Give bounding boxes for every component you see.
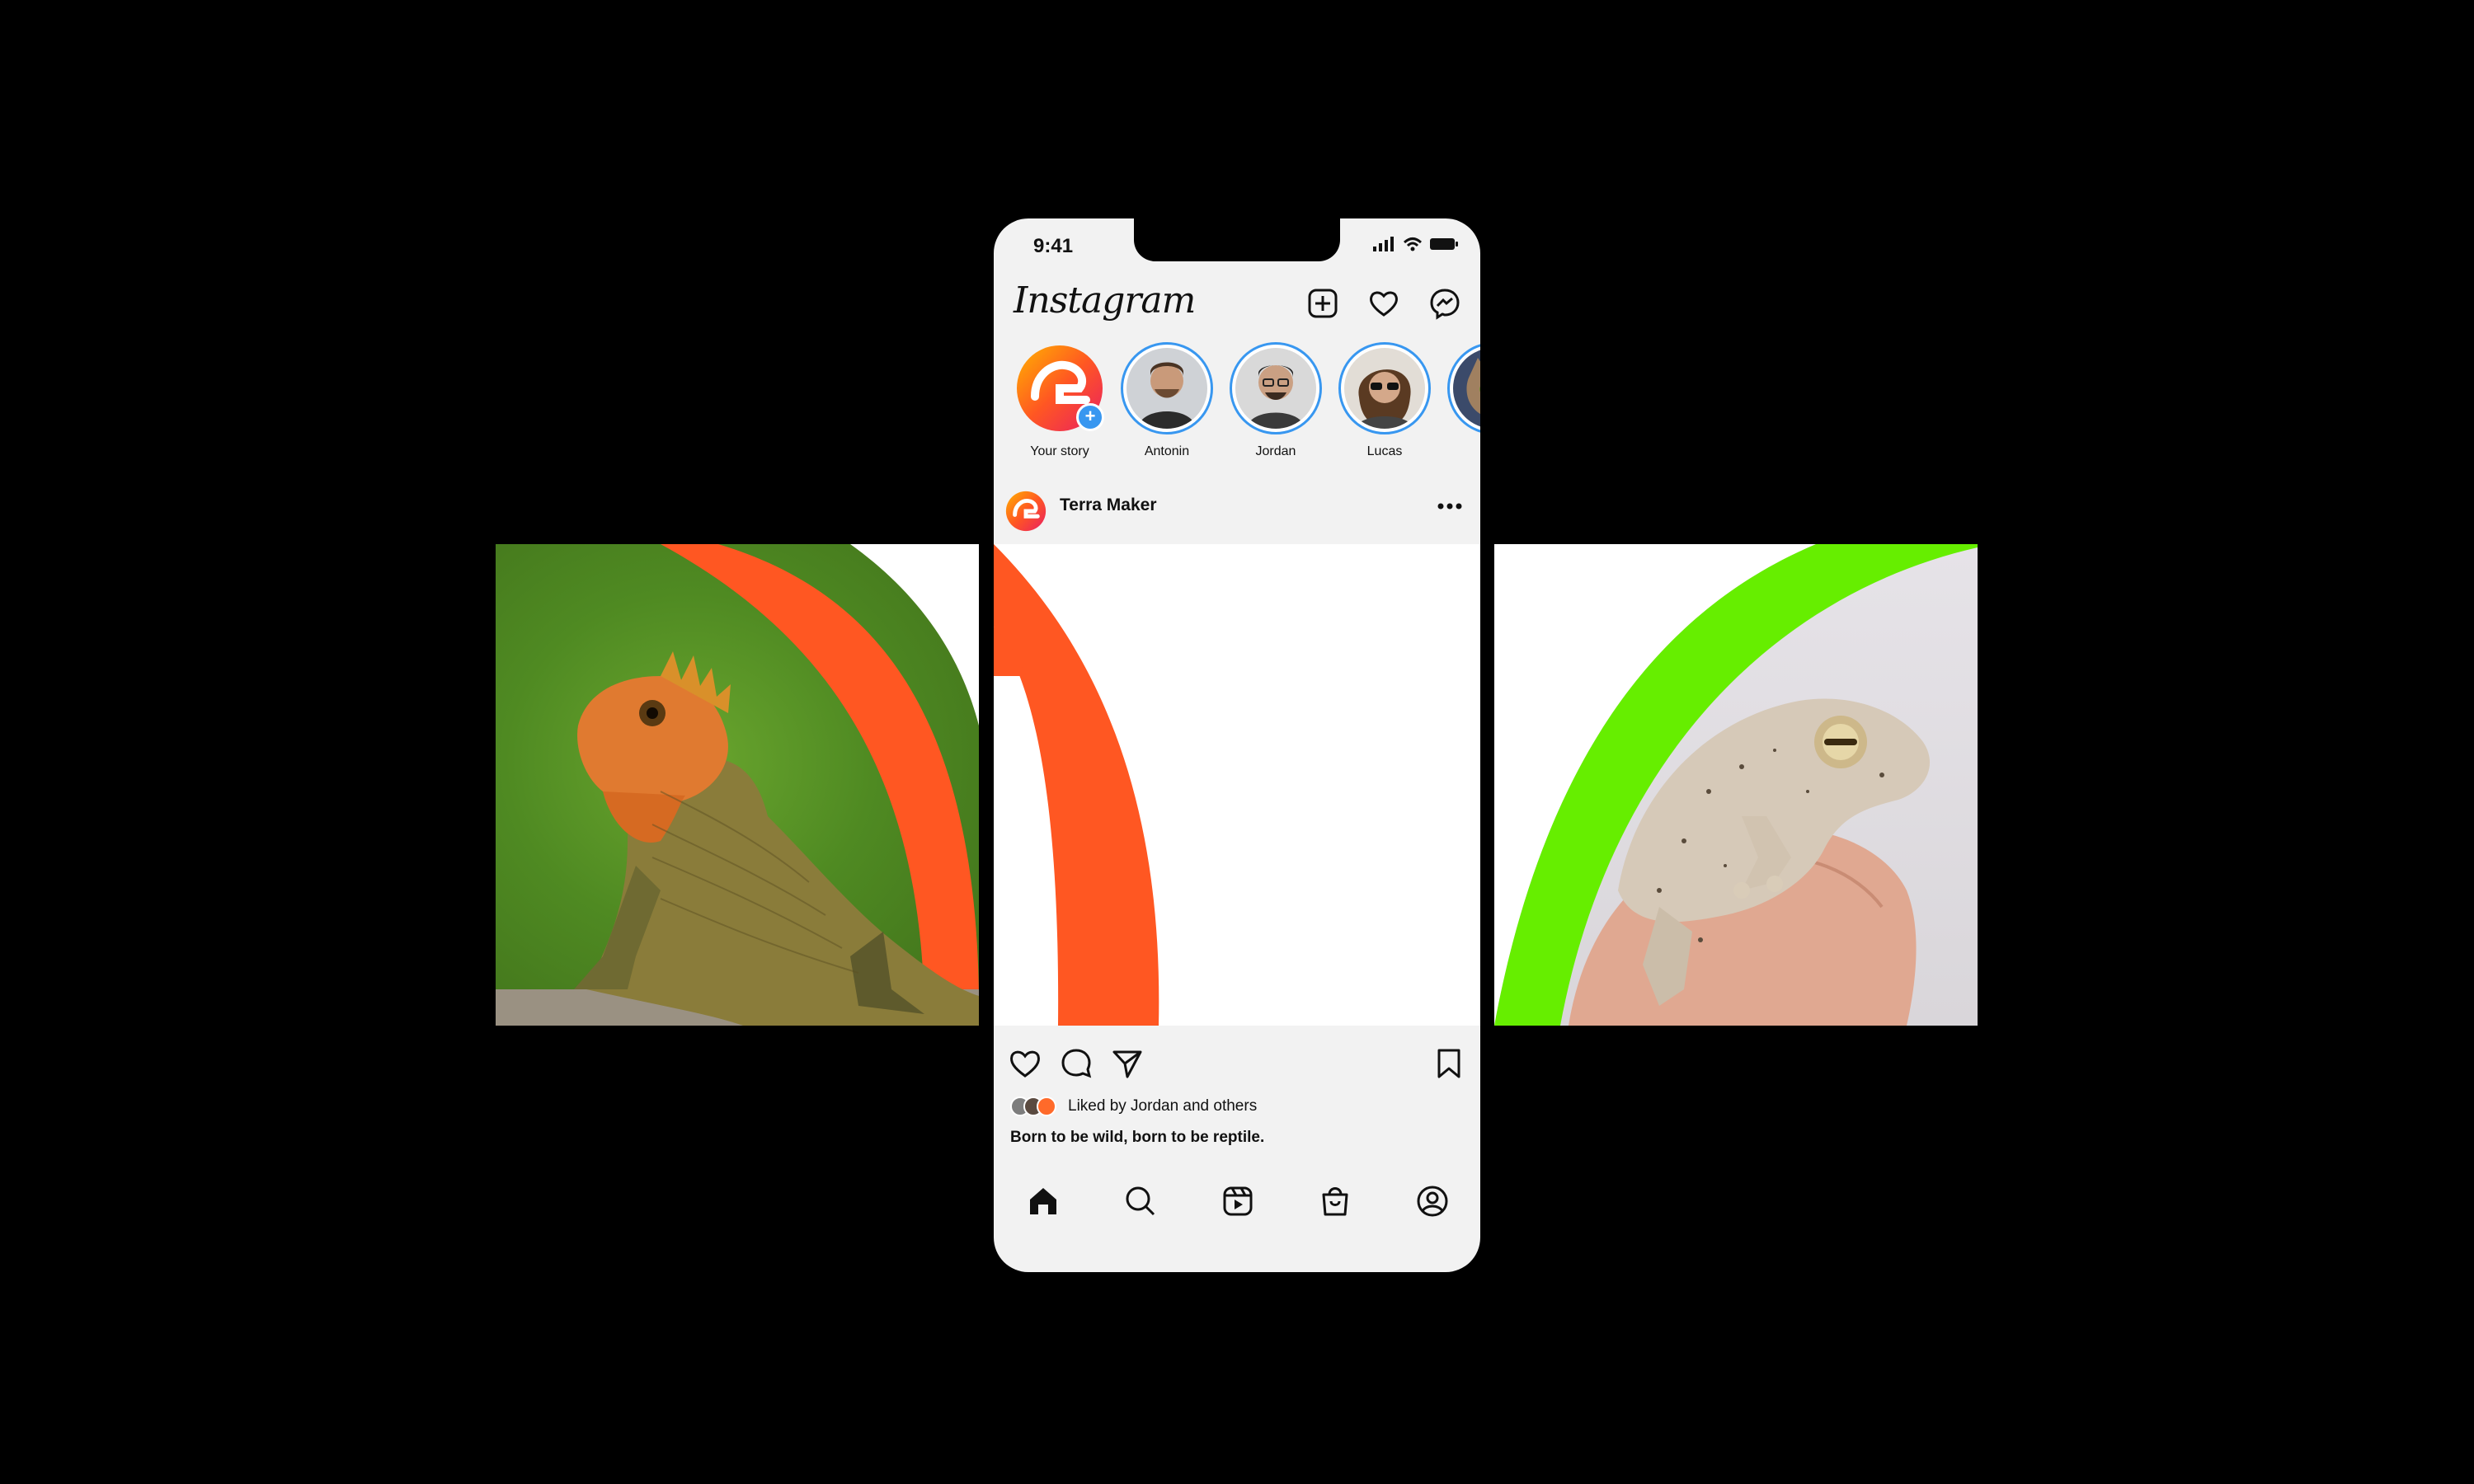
carousel-panel-left[interactable] xyxy=(496,544,979,1026)
post-action-bar xyxy=(994,1039,1480,1088)
add-story-plus-icon[interactable]: + xyxy=(1076,403,1104,431)
story-your-story[interactable]: + Your story xyxy=(1010,342,1109,459)
comment-icon[interactable] xyxy=(1058,1045,1094,1082)
more-options-icon[interactable] xyxy=(1437,502,1462,510)
stories-row: + Your story Antonin Jordan Lucas xyxy=(994,342,1480,466)
story-label: Your story xyxy=(1030,444,1089,458)
post-caption: Born to be wild, born to be reptile. xyxy=(1010,1129,1265,1146)
like-icon[interactable] xyxy=(1007,1045,1043,1082)
bottom-tab-bar xyxy=(994,1167,1480,1233)
story-cat[interactable]: Ma xyxy=(1444,342,1480,459)
story-label: Jordan xyxy=(1255,444,1296,458)
story-lucas[interactable]: Lucas xyxy=(1335,342,1434,459)
story-ring xyxy=(1121,342,1213,434)
avatar xyxy=(1453,348,1480,429)
your-story-avatar: + xyxy=(1014,342,1106,434)
search-icon[interactable] xyxy=(1121,1181,1160,1221)
messenger-icon[interactable] xyxy=(1427,286,1462,321)
wifi-icon xyxy=(1403,237,1423,251)
story-jordan[interactable]: Jordan xyxy=(1226,342,1325,459)
post-image[interactable] xyxy=(994,544,1480,1026)
likes-text[interactable]: Liked by Jordan and others xyxy=(1068,1097,1257,1115)
story-ring xyxy=(1230,342,1322,434)
post-graphic xyxy=(994,544,1159,1026)
status-icons xyxy=(1373,237,1459,251)
instagram-logo[interactable]: Instagram xyxy=(1014,279,1196,322)
frog-photo xyxy=(1494,544,1978,1026)
post-author-avatar[interactable] xyxy=(1005,491,1047,532)
bookmark-icon[interactable] xyxy=(1431,1045,1467,1082)
phone-notch xyxy=(1134,218,1340,261)
avatar xyxy=(1344,348,1425,429)
heart-icon[interactable] xyxy=(1366,286,1401,321)
avatar xyxy=(1235,348,1316,429)
app-header: Instagram xyxy=(994,268,1480,342)
lizard-photo xyxy=(496,544,979,1026)
post-username[interactable]: Terra Maker xyxy=(1060,495,1157,515)
story-ring xyxy=(1338,342,1431,434)
avatar xyxy=(1126,348,1207,429)
phone-mockup: 9:41 Instagram + Your story Antonin Jord… xyxy=(994,218,1480,1272)
reels-icon[interactable] xyxy=(1218,1181,1258,1221)
likes-row: Liked by Jordan and others xyxy=(1010,1092,1257,1120)
story-label: Lucas xyxy=(1366,444,1403,458)
story-antonin[interactable]: Antonin xyxy=(1117,342,1216,459)
home-icon[interactable] xyxy=(1023,1181,1063,1221)
liker-avatars xyxy=(1010,1097,1056,1116)
battery-icon xyxy=(1430,238,1458,250)
story-label: Antonin xyxy=(1144,444,1190,458)
signal-icon xyxy=(1373,237,1394,251)
story-label: Ma xyxy=(1444,444,1480,459)
story-ring xyxy=(1447,342,1480,434)
post-header: Terra Maker xyxy=(994,481,1480,533)
shop-icon[interactable] xyxy=(1315,1181,1355,1221)
profile-icon[interactable] xyxy=(1413,1181,1452,1221)
carousel-panel-right[interactable] xyxy=(1494,544,1978,1026)
status-time: 9:41 xyxy=(1033,235,1074,257)
add-post-icon[interactable] xyxy=(1305,286,1340,321)
share-icon[interactable] xyxy=(1109,1045,1145,1082)
